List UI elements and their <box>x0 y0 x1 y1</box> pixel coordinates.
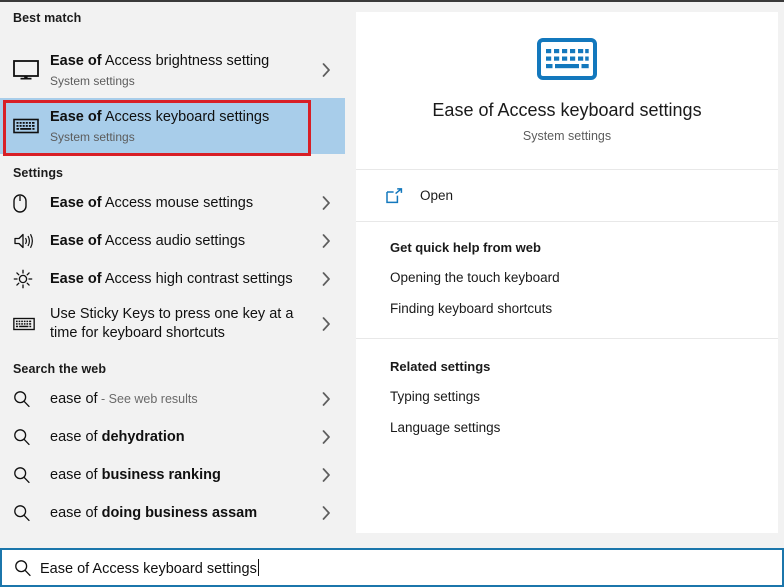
section-header-settings: Settings <box>13 166 64 180</box>
result-title: Ease of Access high contrast settings <box>50 270 315 289</box>
search-results-panel: Best match Ease of Access brightness set… <box>0 2 345 548</box>
text-caret <box>257 558 259 576</box>
search-icon <box>14 559 40 577</box>
search-input-value: Ease of Access keyboard settings <box>40 560 257 577</box>
search-input-bar[interactable]: Ease of Access keyboard settings <box>0 548 784 587</box>
quick-help-heading: Get quick help from web <box>390 240 541 255</box>
result-subtitle: System settings <box>50 73 135 88</box>
result-row-keyboard-settings[interactable]: Ease of Access keyboard settings System … <box>0 98 345 154</box>
result-text-group: Ease of Access keyboard settings System … <box>47 108 315 145</box>
section-header-best-match: Best match <box>13 11 82 25</box>
keyboard-icon <box>537 38 597 80</box>
speaker-icon <box>13 232 47 250</box>
related-settings-card: Related settings Typing settings Languag… <box>356 338 778 455</box>
related-settings-link[interactable]: Language settings <box>390 419 778 437</box>
chevron-right-icon[interactable] <box>315 430 337 444</box>
open-button[interactable]: Open <box>356 169 778 221</box>
keyboard-icon <box>13 118 47 134</box>
result-title-bold: Ease of <box>50 108 102 125</box>
result-title: ease of - See web results <box>50 390 315 409</box>
chevron-right-icon[interactable] <box>315 234 337 248</box>
result-title-bold: doing business assam <box>101 504 258 521</box>
quick-help-link[interactable]: Finding keyboard shortcuts <box>390 300 778 318</box>
chevron-right-icon[interactable] <box>315 392 337 406</box>
result-title: Ease of Access mouse settings <box>50 194 315 213</box>
result-row-web-doing-business-assam[interactable]: ease of doing business assam <box>0 494 345 532</box>
brightness-icon <box>13 269 47 289</box>
result-title-bold: dehydration <box>101 428 185 445</box>
result-title-rest: Access audio settings <box>101 232 246 249</box>
result-text-group: Ease of Access brightness setting System… <box>47 52 315 89</box>
chevron-right-icon[interactable] <box>315 468 337 482</box>
result-text-group: ease of - See web results <box>47 390 315 409</box>
result-row-audio-settings[interactable]: Ease of Access audio settings <box>0 222 345 260</box>
result-title-prefix: ease of <box>50 504 102 521</box>
result-title-bold: Ease of <box>50 270 102 287</box>
preview-title: Ease of Access keyboard settings <box>432 100 702 120</box>
result-title-bold: Ease of <box>50 194 102 211</box>
result-text-group: ease of doing business assam <box>47 504 315 523</box>
result-text-group: Ease of Access high contrast settings <box>47 270 315 289</box>
search-icon <box>13 428 47 446</box>
result-title-hint: - See web results <box>97 391 198 406</box>
result-title: Ease of Access brightness setting <box>50 52 315 71</box>
open-label: Open <box>420 188 454 203</box>
windows-search-flyout: Best match Ease of Access brightness set… <box>0 0 784 587</box>
result-title-rest: Access mouse settings <box>101 194 254 211</box>
search-icon <box>13 390 47 408</box>
preview-bottom-spacer <box>356 455 778 533</box>
result-title: Ease of Access keyboard settings <box>50 108 315 127</box>
result-title-bold: Ease of <box>50 232 102 249</box>
result-title-query: ease of <box>50 390 98 407</box>
related-settings-heading: Related settings <box>390 359 491 374</box>
result-row-web-dehydration[interactable]: ease of dehydration <box>0 418 345 456</box>
result-title: ease of business ranking <box>50 466 315 485</box>
result-title-bold: Ease of <box>50 52 102 69</box>
result-title-rest: Access high contrast settings <box>101 270 293 287</box>
result-row-mouse-settings[interactable]: Ease of Access mouse settings <box>0 184 345 222</box>
result-row-sticky-keys[interactable]: Use Sticky Keys to press one key at a ti… <box>0 298 345 350</box>
result-subtitle: System settings <box>50 129 135 144</box>
chevron-right-icon[interactable] <box>315 506 337 520</box>
section-header-search-the-web: Search the web <box>13 362 107 376</box>
result-title: ease of doing business assam <box>50 504 315 523</box>
search-icon <box>13 504 47 522</box>
mouse-icon <box>13 193 47 213</box>
open-external-icon <box>386 187 416 204</box>
result-text-group: Ease of Access audio settings <box>47 232 315 251</box>
result-row-high-contrast-settings[interactable]: Ease of Access high contrast settings <box>0 260 345 298</box>
result-title-rest: Access brightness setting <box>101 52 270 69</box>
result-title: ease of dehydration <box>50 428 315 447</box>
result-text-group: Use Sticky Keys to press one key at a ti… <box>47 305 315 343</box>
result-title-prefix: ease of <box>50 428 102 445</box>
preview-hero-card: Ease of Access keyboard settings System … <box>356 12 778 169</box>
result-title-bold: business ranking <box>101 466 221 483</box>
result-row-web-business-ranking[interactable]: ease of business ranking <box>0 456 345 494</box>
result-title-rest: Access keyboard settings <box>101 108 270 125</box>
search-icon <box>13 466 47 484</box>
keyboard-icon <box>13 317 47 331</box>
result-text-group: ease of business ranking <box>47 466 315 485</box>
chevron-right-icon[interactable] <box>315 63 337 77</box>
search-input[interactable]: Ease of Access keyboard settings <box>40 558 259 577</box>
result-row-brightness-setting[interactable]: Ease of Access brightness setting System… <box>0 42 345 98</box>
result-text-group: ease of dehydration <box>47 428 315 447</box>
result-row-web-ease-of[interactable]: ease of - See web results <box>0 380 345 418</box>
chevron-right-icon[interactable] <box>315 196 337 210</box>
preview-panel: Ease of Access keyboard settings System … <box>345 2 784 548</box>
result-title-prefix: ease of <box>50 466 102 483</box>
quick-help-link[interactable]: Opening the touch keyboard <box>390 269 778 287</box>
result-title: Use Sticky Keys to press one key at a ti… <box>50 306 294 341</box>
result-text-group: Ease of Access mouse settings <box>47 194 315 213</box>
related-settings-link[interactable]: Typing settings <box>390 388 778 406</box>
result-title: Ease of Access audio settings <box>50 232 315 251</box>
monitor-icon <box>13 60 47 80</box>
chevron-right-icon[interactable] <box>315 272 337 286</box>
chevron-right-icon[interactable] <box>315 317 337 331</box>
quick-help-card: Get quick help from web Opening the touc… <box>356 221 778 338</box>
preview-subtitle: System settings <box>522 129 612 143</box>
